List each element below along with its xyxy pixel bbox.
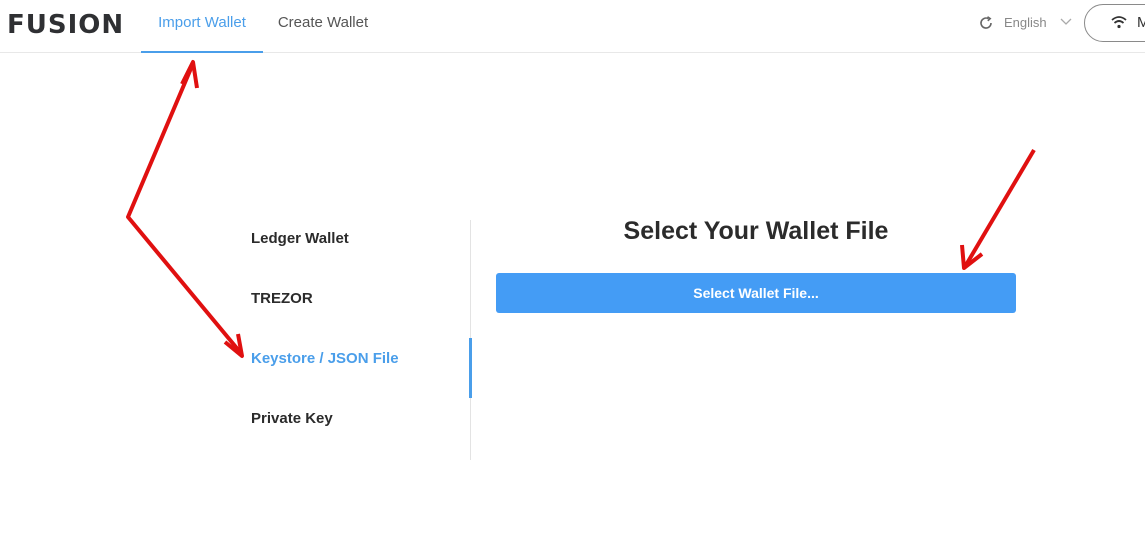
annotation-arrow-import-tab: [126, 60, 244, 358]
sidebar-active-indicator: [469, 338, 472, 398]
top-navigation-bar: FUSION Import Wallet Create Wallet Engli…: [0, 0, 1145, 53]
language-selector-label[interactable]: English: [1004, 15, 1047, 30]
network-button[interactable]: M: [1084, 4, 1145, 42]
sidebar-item-trezor[interactable]: TREZOR: [251, 290, 313, 307]
network-label: M: [1137, 14, 1145, 31]
tab-create-wallet[interactable]: Create Wallet: [268, 0, 378, 53]
fusion-logo[interactable]: FUSION: [7, 10, 124, 40]
annotation-arrow-select-button: [960, 148, 1036, 270]
sidebar-item-private-key[interactable]: Private Key: [251, 410, 333, 427]
page-title: Select Your Wallet File: [623, 217, 889, 245]
select-wallet-file-button[interactable]: Select Wallet File...: [496, 273, 1016, 313]
chevron-down-icon[interactable]: [1060, 17, 1072, 27]
wifi-icon: [1111, 16, 1127, 29]
sidebar-item-keystore-json-file[interactable]: Keystore / JSON File: [251, 350, 399, 367]
annotation-arrows: [126, 60, 1036, 358]
import-wallet-page: FUSION Import Wallet Create Wallet Engli…: [0, 0, 1145, 534]
tab-import-wallet[interactable]: Import Wallet: [141, 0, 263, 53]
sidebar-item-ledger-wallet[interactable]: Ledger Wallet: [251, 230, 349, 247]
refresh-icon[interactable]: [978, 15, 994, 31]
